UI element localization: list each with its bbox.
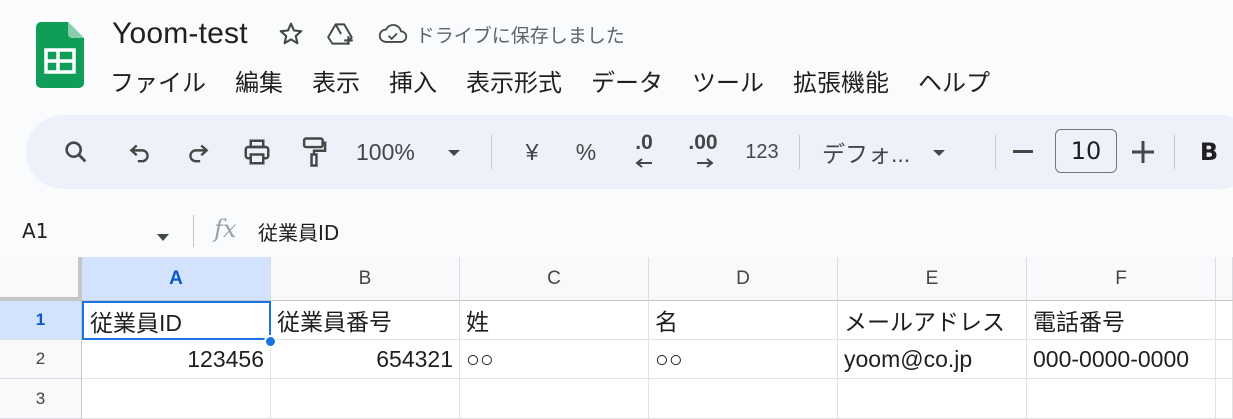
menu-format[interactable]: 表示形式 [466, 63, 562, 98]
decrease-decimal-button[interactable]: .0 [622, 115, 666, 189]
increase-decimal-button[interactable]: .00 [678, 115, 728, 189]
cell-d2[interactable]: ○○ [649, 340, 838, 379]
column-header-g[interactable] [1216, 257, 1233, 301]
column-header-a[interactable]: A [82, 257, 271, 301]
fx-icon: fx [214, 215, 237, 243]
column-header-e[interactable]: E [838, 257, 1027, 301]
increase-decimal-label: .00 [688, 130, 718, 154]
cell-g3[interactable] [1216, 379, 1233, 419]
menu-tools[interactable]: ツール [692, 63, 764, 98]
bold-button[interactable]: B [1194, 115, 1224, 189]
menu-view[interactable]: 表示 [312, 63, 360, 98]
cell-f1[interactable]: 電話番号 [1027, 301, 1216, 340]
document-title[interactable]: Yoom-test [110, 17, 250, 51]
formula-bar: A1 fx 従業員ID [0, 207, 1233, 255]
chevron-down-icon [447, 143, 461, 162]
zoom-select[interactable]: 100% [356, 115, 466, 189]
menu-file[interactable]: ファイル [110, 63, 206, 98]
toolbar-divider [491, 135, 492, 169]
sheets-logo-icon[interactable] [36, 22, 84, 88]
percent-label: % [575, 138, 597, 165]
cell-d3[interactable] [649, 379, 838, 419]
font-name: デフォ... [822, 141, 911, 167]
font-select[interactable]: デフォ... [822, 115, 974, 189]
cell-b2[interactable]: 654321 [271, 340, 460, 379]
toolbar-divider [799, 135, 800, 169]
move-to-drive-icon[interactable] [326, 19, 356, 49]
menu-insert[interactable]: 挿入 [389, 63, 437, 98]
cell-c3[interactable] [460, 379, 649, 419]
column-header-b[interactable]: B [271, 257, 460, 301]
cell-d1[interactable]: 名 [649, 301, 838, 340]
arrow-right-icon [691, 153, 715, 172]
format-currency-button[interactable]: ¥ [514, 115, 550, 189]
row-header-2[interactable]: 2 [0, 340, 82, 379]
menu-extensions[interactable]: 拡張機能 [793, 63, 889, 98]
cell-f2[interactable]: 000-0000-0000 [1027, 340, 1216, 379]
row-header-1[interactable]: 1 [0, 301, 82, 340]
cell-e2[interactable]: yoom@co.jp [838, 340, 1027, 379]
column-header-d[interactable]: D [649, 257, 838, 301]
font-size-input[interactable]: 10 [1055, 129, 1117, 173]
cell-a1[interactable]: 従業員ID [82, 301, 271, 340]
decrease-decimal-label: .0 [635, 130, 653, 154]
print-icon[interactable] [237, 115, 277, 189]
cell-e3[interactable] [838, 379, 1027, 419]
cell-g1[interactable] [1216, 301, 1233, 340]
search-menus-icon[interactable] [56, 115, 96, 189]
cell-e1[interactable]: メールアドレス [838, 301, 1027, 340]
formula-input[interactable]: 従業員ID [258, 207, 339, 255]
toolbar-divider [995, 135, 996, 169]
toolbar: 100% ¥ % .0 .00 123 デフォ... 10 B [26, 115, 1233, 189]
cell-a2[interactable]: 123456 [82, 340, 271, 379]
title-row: Yoom-test ドライブに保存しました [110, 12, 625, 56]
decrease-font-size-icon[interactable] [1008, 115, 1038, 189]
cell-a3[interactable] [82, 379, 271, 419]
bold-label: B [1199, 138, 1219, 166]
cell-c2[interactable]: ○○ [460, 340, 649, 379]
cell-b3[interactable] [271, 379, 460, 419]
chevron-down-icon [932, 143, 946, 162]
arrow-left-icon [634, 153, 654, 172]
cell-b1[interactable]: 従業員番号 [271, 301, 460, 340]
row-header-3[interactable]: 3 [0, 379, 82, 419]
name-box[interactable]: A1 [22, 207, 48, 255]
more-formats-button[interactable]: 123 [740, 115, 784, 189]
undo-icon[interactable] [120, 115, 160, 189]
increase-font-size-icon[interactable] [1128, 115, 1158, 189]
toolbar-divider [1174, 135, 1175, 169]
formula-divider [193, 215, 194, 247]
save-status-text: ドライブに保存しました [415, 24, 625, 47]
cell-g2[interactable] [1216, 340, 1233, 379]
column-header-c[interactable]: C [460, 257, 649, 301]
menu-bar: ファイル 編集 表示 挿入 表示形式 データ ツール 拡張機能 ヘルプ [110, 60, 1019, 100]
save-status: ドライブに保存しました [378, 19, 625, 49]
star-icon[interactable] [276, 19, 306, 49]
menu-edit[interactable]: 編集 [235, 63, 283, 98]
column-header-f[interactable]: F [1027, 257, 1216, 301]
menu-data[interactable]: データ [591, 63, 663, 98]
currency-label: ¥ [525, 138, 539, 165]
paint-format-icon[interactable] [294, 115, 334, 189]
redo-icon[interactable] [178, 115, 218, 189]
zoom-value: 100% [356, 138, 415, 165]
number-format-label: 123 [745, 140, 779, 163]
sheet-grid: A B C D E F 1 2 3 従業員ID 従業員番号 姓 名 メールアドレ… [0, 257, 1233, 419]
spreadsheet-app: Yoom-test ドライブに保存しました ファイル 編集 表示 挿入 表示形式… [0, 0, 1233, 419]
select-all-corner[interactable] [0, 257, 82, 301]
menu-help[interactable]: ヘルプ [918, 63, 990, 98]
cell-f3[interactable] [1027, 379, 1216, 419]
cell-c1[interactable]: 姓 [460, 301, 649, 340]
cloud-done-icon [378, 19, 408, 49]
chevron-down-icon[interactable] [156, 227, 170, 246]
format-percent-button[interactable]: % [568, 115, 604, 189]
fill-handle[interactable] [264, 335, 277, 348]
